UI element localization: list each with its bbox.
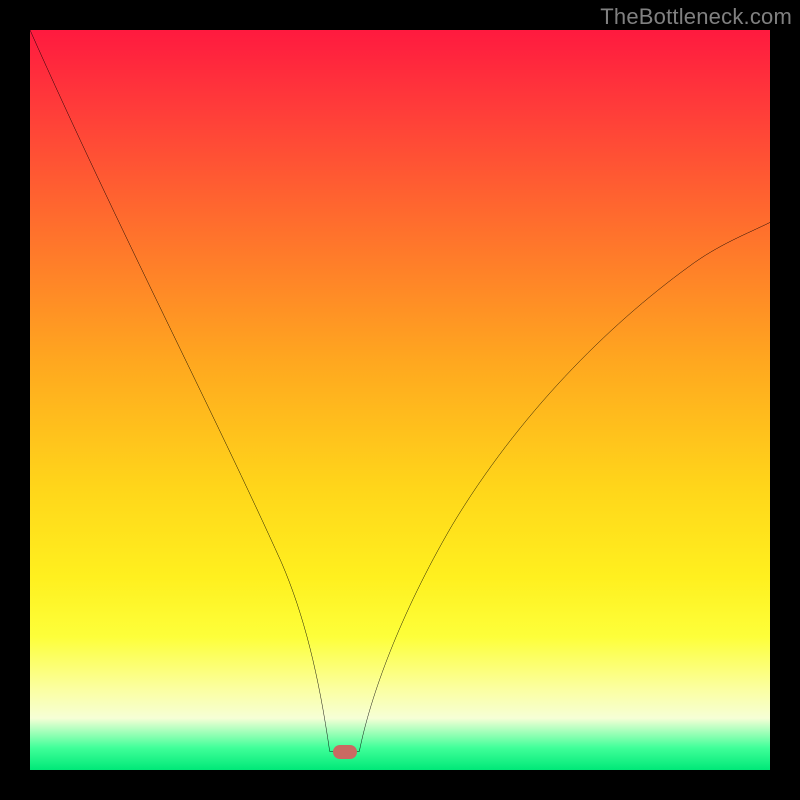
left-branch-path: [30, 30, 330, 752]
right-branch-path: [359, 222, 770, 751]
marker-dot: [333, 745, 357, 759]
chart-frame: TheBottleneck.com: [0, 0, 800, 800]
plot-area: [30, 30, 770, 770]
watermark-text: TheBottleneck.com: [600, 4, 792, 30]
bottleneck-curve: [30, 30, 770, 770]
